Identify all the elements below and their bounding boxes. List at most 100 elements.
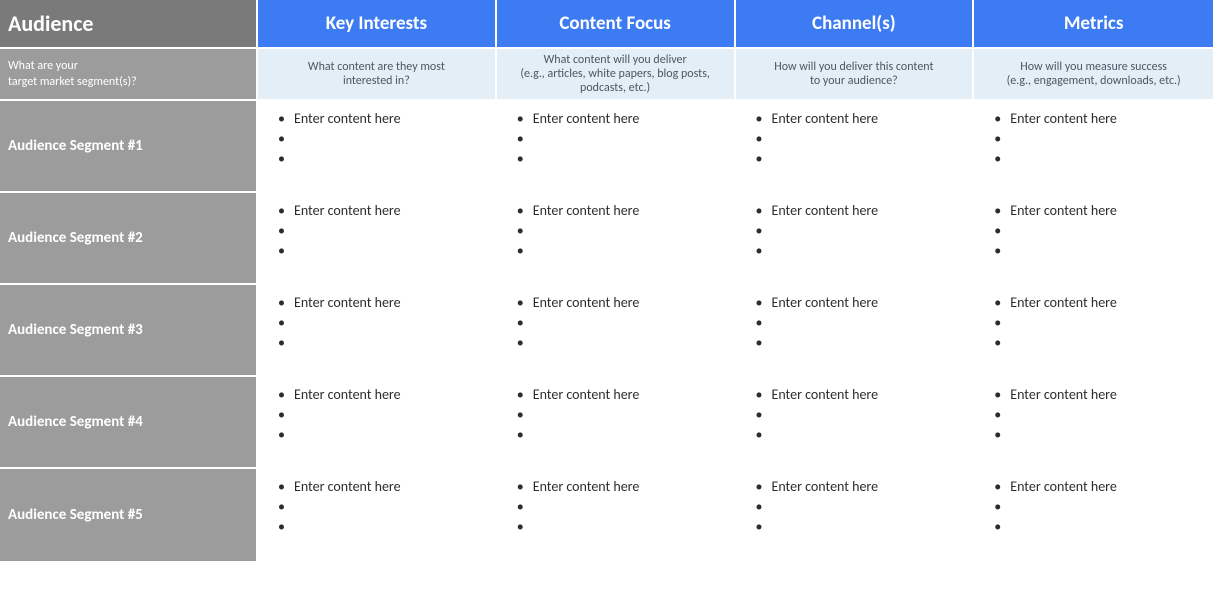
content-cell[interactable]: Enter content here xyxy=(974,377,1213,469)
bullet-item[interactable] xyxy=(762,313,963,333)
table-row: Audience Segment #3Enter content hereEnt… xyxy=(0,285,1213,377)
bullet-item[interactable]: Enter content here xyxy=(284,201,485,221)
content-cell[interactable]: Enter content here xyxy=(497,377,736,469)
bullet-item[interactable] xyxy=(762,129,963,149)
header-audience: Audience xyxy=(0,0,258,49)
content-cell[interactable]: Enter content here xyxy=(974,193,1213,285)
bullet-item[interactable] xyxy=(284,129,485,149)
header-content-focus: Content Focus xyxy=(497,0,736,49)
bullet-item[interactable]: Enter content here xyxy=(1000,109,1203,129)
bullet-item[interactable]: Enter content here xyxy=(1000,293,1203,313)
bullet-item[interactable] xyxy=(1000,497,1203,517)
bullet-item[interactable] xyxy=(284,517,485,537)
bullet-item[interactable]: Enter content here xyxy=(523,293,724,313)
bullet-item[interactable]: Enter content here xyxy=(523,385,724,405)
bullet-item[interactable] xyxy=(1000,129,1203,149)
bullet-item[interactable] xyxy=(284,497,485,517)
bullet-item[interactable] xyxy=(762,405,963,425)
bullet-item[interactable] xyxy=(523,149,724,169)
bullet-item[interactable] xyxy=(523,241,724,261)
bullet-item[interactable]: Enter content here xyxy=(523,477,724,497)
bullet-item[interactable] xyxy=(284,149,485,169)
bullet-item[interactable]: Enter content here xyxy=(284,477,485,497)
content-cell[interactable]: Enter content here xyxy=(497,469,736,561)
bullet-item[interactable] xyxy=(762,425,963,445)
content-cell[interactable]: Enter content here xyxy=(736,101,975,193)
bullet-item[interactable] xyxy=(1000,405,1203,425)
bullet-item[interactable] xyxy=(1000,149,1203,169)
content-cell[interactable]: Enter content here xyxy=(258,193,497,285)
content-cell[interactable]: Enter content here xyxy=(736,469,975,561)
bullet-item[interactable]: Enter content here xyxy=(1000,477,1203,497)
bullet-list: Enter content here xyxy=(984,201,1203,261)
bullet-item[interactable] xyxy=(523,425,724,445)
bullet-item[interactable] xyxy=(523,405,724,425)
subheader-metrics: How will you measure success (e.g., enga… xyxy=(974,49,1213,101)
bullet-list: Enter content here xyxy=(268,293,485,353)
bullet-item[interactable]: Enter content here xyxy=(762,109,963,129)
content-cell[interactable]: Enter content here xyxy=(497,193,736,285)
content-cell[interactable]: Enter content here xyxy=(974,101,1213,193)
bullet-item[interactable] xyxy=(284,241,485,261)
bullet-item[interactable] xyxy=(762,221,963,241)
bullet-item[interactable] xyxy=(523,497,724,517)
bullet-list: Enter content here xyxy=(746,109,963,169)
bullet-list: Enter content here xyxy=(984,385,1203,445)
bullet-item[interactable] xyxy=(762,241,963,261)
bullet-item[interactable] xyxy=(523,517,724,537)
bullet-item[interactable] xyxy=(523,221,724,241)
content-cell[interactable]: Enter content here xyxy=(258,285,497,377)
bullet-list: Enter content here xyxy=(507,109,724,169)
bullet-item[interactable] xyxy=(1000,241,1203,261)
bullet-item[interactable]: Enter content here xyxy=(762,201,963,221)
content-cell[interactable]: Enter content here xyxy=(497,285,736,377)
bullet-item[interactable] xyxy=(1000,517,1203,537)
bullet-item[interactable]: Enter content here xyxy=(284,109,485,129)
content-cell[interactable]: Enter content here xyxy=(736,193,975,285)
content-cell[interactable]: Enter content here xyxy=(736,285,975,377)
bullet-item[interactable]: Enter content here xyxy=(762,477,963,497)
bullet-item[interactable] xyxy=(762,497,963,517)
bullet-list: Enter content here xyxy=(746,385,963,445)
header-channels: Channel(s) xyxy=(736,0,975,49)
content-cell[interactable]: Enter content here xyxy=(258,377,497,469)
bullet-item[interactable]: Enter content here xyxy=(523,201,724,221)
bullet-item[interactable] xyxy=(284,313,485,333)
content-cell[interactable]: Enter content here xyxy=(974,285,1213,377)
bullet-item[interactable] xyxy=(762,517,963,537)
bullet-item[interactable] xyxy=(1000,425,1203,445)
bullet-item[interactable]: Enter content here xyxy=(1000,385,1203,405)
row-label: Audience Segment #1 xyxy=(0,101,258,193)
bullet-item[interactable] xyxy=(284,221,485,241)
bullet-item[interactable]: Enter content here xyxy=(762,293,963,313)
bullet-list: Enter content here xyxy=(507,385,724,445)
bullet-item[interactable]: Enter content here xyxy=(1000,201,1203,221)
bullet-item[interactable] xyxy=(1000,221,1203,241)
bullet-item[interactable] xyxy=(762,149,963,169)
header-row: Audience Key Interests Content Focus Cha… xyxy=(0,0,1213,49)
content-cell[interactable]: Enter content here xyxy=(497,101,736,193)
bullet-list: Enter content here xyxy=(984,109,1203,169)
bullet-item[interactable] xyxy=(523,333,724,353)
bullet-list: Enter content here xyxy=(268,109,485,169)
bullet-item[interactable]: Enter content here xyxy=(284,293,485,313)
bullet-list: Enter content here xyxy=(268,477,485,537)
bullet-item[interactable] xyxy=(284,333,485,353)
content-cell[interactable]: Enter content here xyxy=(258,101,497,193)
bullet-item[interactable] xyxy=(1000,333,1203,353)
content-cell[interactable]: Enter content here xyxy=(258,469,497,561)
bullet-item[interactable]: Enter content here xyxy=(284,385,485,405)
bullet-item[interactable] xyxy=(284,425,485,445)
bullet-list: Enter content here xyxy=(746,201,963,261)
header-metrics: Metrics xyxy=(974,0,1213,49)
content-cell[interactable]: Enter content here xyxy=(974,469,1213,561)
bullet-item[interactable]: Enter content here xyxy=(523,109,724,129)
bullet-item[interactable] xyxy=(1000,313,1203,333)
bullet-item[interactable] xyxy=(523,129,724,149)
content-cell[interactable]: Enter content here xyxy=(736,377,975,469)
bullet-item[interactable] xyxy=(284,405,485,425)
bullet-item[interactable]: Enter content here xyxy=(762,385,963,405)
bullet-item[interactable] xyxy=(523,313,724,333)
header-key-interests: Key Interests xyxy=(258,0,497,49)
bullet-item[interactable] xyxy=(762,333,963,353)
